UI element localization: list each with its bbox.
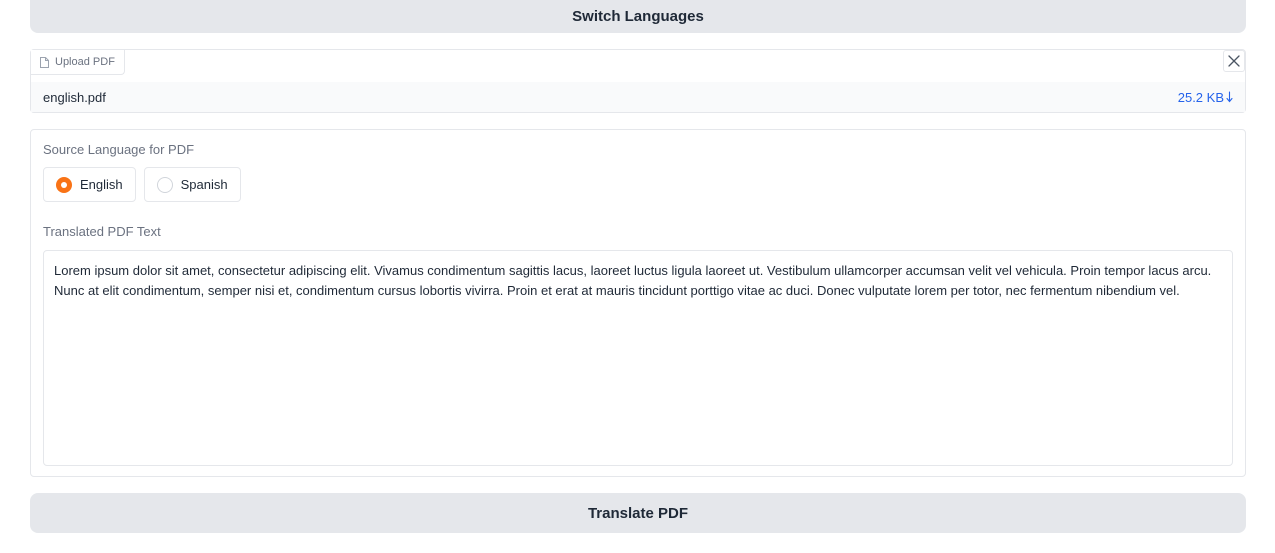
app-page: Switch Languages Upload PDF english.pdf … <box>0 0 1275 553</box>
translated-text-label: Translated PDF Text <box>43 224 161 239</box>
file-icon <box>40 56 49 68</box>
pdf-upload: Upload PDF english.pdf 25.2 KB <box>30 49 1246 113</box>
translated-text-area[interactable]: Lorem ipsum dolor sit amet, consectetur … <box>43 250 1233 466</box>
radio-selected-icon <box>56 176 72 193</box>
upload-label-text: Upload PDF <box>55 56 115 68</box>
clear-file-button[interactable] <box>1223 50 1245 72</box>
download-arrow-icon <box>1226 91 1233 103</box>
radio-option-spanish[interactable]: Spanish <box>143 167 241 202</box>
translation-panel: Source Language for PDF English Spanish … <box>30 129 1246 477</box>
uploaded-file-row: english.pdf 25.2 KB <box>31 82 1245 112</box>
source-language-label: Source Language for PDF <box>43 142 195 157</box>
radio-option-english[interactable]: English <box>43 167 136 202</box>
upload-label: Upload PDF <box>31 50 125 75</box>
switch-languages-button[interactable]: Switch Languages <box>30 0 1246 33</box>
file-name: english.pdf <box>43 89 106 105</box>
radio-unselected-icon <box>156 176 173 193</box>
file-download-link[interactable]: 25.2 KB <box>1178 90 1233 105</box>
radio-label-english: English <box>80 177 123 192</box>
file-size: 25.2 KB <box>1177 89 1224 105</box>
close-icon <box>1228 55 1240 67</box>
source-language-radio-group: English Spanish <box>43 167 241 202</box>
radio-label-spanish: Spanish <box>180 177 228 192</box>
translate-pdf-button[interactable]: Translate PDF <box>30 493 1246 533</box>
